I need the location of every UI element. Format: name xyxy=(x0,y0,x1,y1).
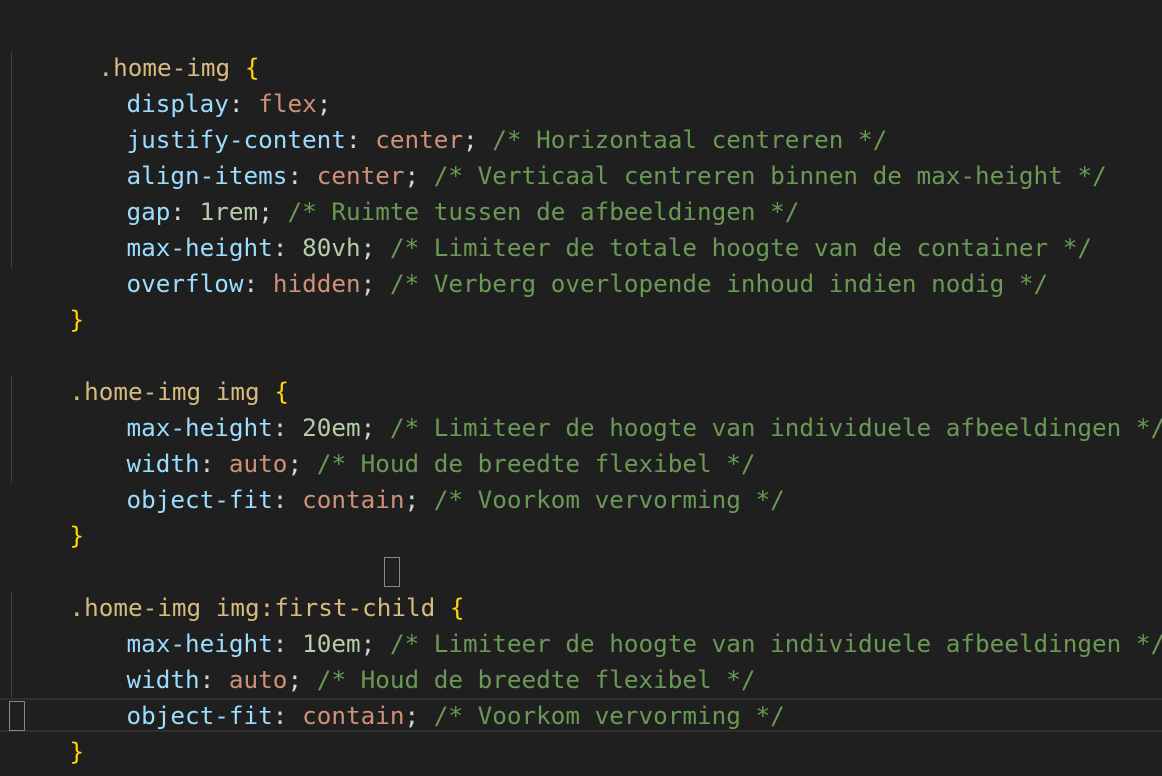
code-line[interactable]: .home-img { xyxy=(40,14,260,82)
code-line[interactable]: display: flex; xyxy=(68,50,332,118)
code-line[interactable]: max-height: 20em; /* Limiteer de hoogte … xyxy=(68,374,1162,442)
indent-guide xyxy=(11,52,12,268)
css-property: object-fit xyxy=(126,701,273,730)
code-line[interactable]: width: auto; /* Houd de breedte flexibel… xyxy=(68,626,756,694)
code-line[interactable]: .home-img img { xyxy=(11,338,289,406)
code-line[interactable]: align-items: center; /* Verticaal centre… xyxy=(68,122,1107,190)
code-line[interactable]: object-fit: contain; /* Voorkom vervormi… xyxy=(68,446,785,514)
css-property: object-fit xyxy=(126,485,273,514)
code-line[interactable]: .home-img img:first-child { xyxy=(11,554,465,622)
code-line[interactable]: overflow: hidden; /* Verberg overlopende… xyxy=(68,230,1049,298)
close-brace: } xyxy=(69,737,85,766)
code-editor[interactable]: .home-img { display: flex; justify-conte… xyxy=(0,0,1162,776)
code-line[interactable]: justify-content: center; /* Horizontaal … xyxy=(68,86,888,154)
css-comment: /* Verberg overlopende inhoud indien nod… xyxy=(389,269,1049,298)
code-line[interactable]: gap: 1rem; /* Ruimte tussen de afbeeldin… xyxy=(68,158,800,226)
css-comment: /* Voorkom vervorming */ xyxy=(433,485,785,514)
code-line[interactable]: max-height: 10em; /* Limiteer de hoogte … xyxy=(68,590,1162,658)
css-comment: /* Voorkom vervorming */ xyxy=(433,701,785,730)
css-value: contain xyxy=(302,485,405,514)
code-line[interactable]: width: auto; /* Houd de breedte flexibel… xyxy=(68,410,756,478)
code-line[interactable]: max-height: 80vh; /* Limiteer de totale … xyxy=(68,194,1092,262)
code-line[interactable]: } xyxy=(11,698,85,766)
css-value: hidden xyxy=(272,269,361,298)
close-brace: } xyxy=(69,521,85,550)
css-value: contain xyxy=(302,701,405,730)
code-line[interactable]: } xyxy=(11,266,85,334)
code-line[interactable]: } xyxy=(11,482,85,550)
close-brace: } xyxy=(69,305,85,334)
css-property: overflow xyxy=(126,269,244,298)
code-line[interactable]: object-fit: contain; /* Voorkom vervormi… xyxy=(68,662,785,730)
